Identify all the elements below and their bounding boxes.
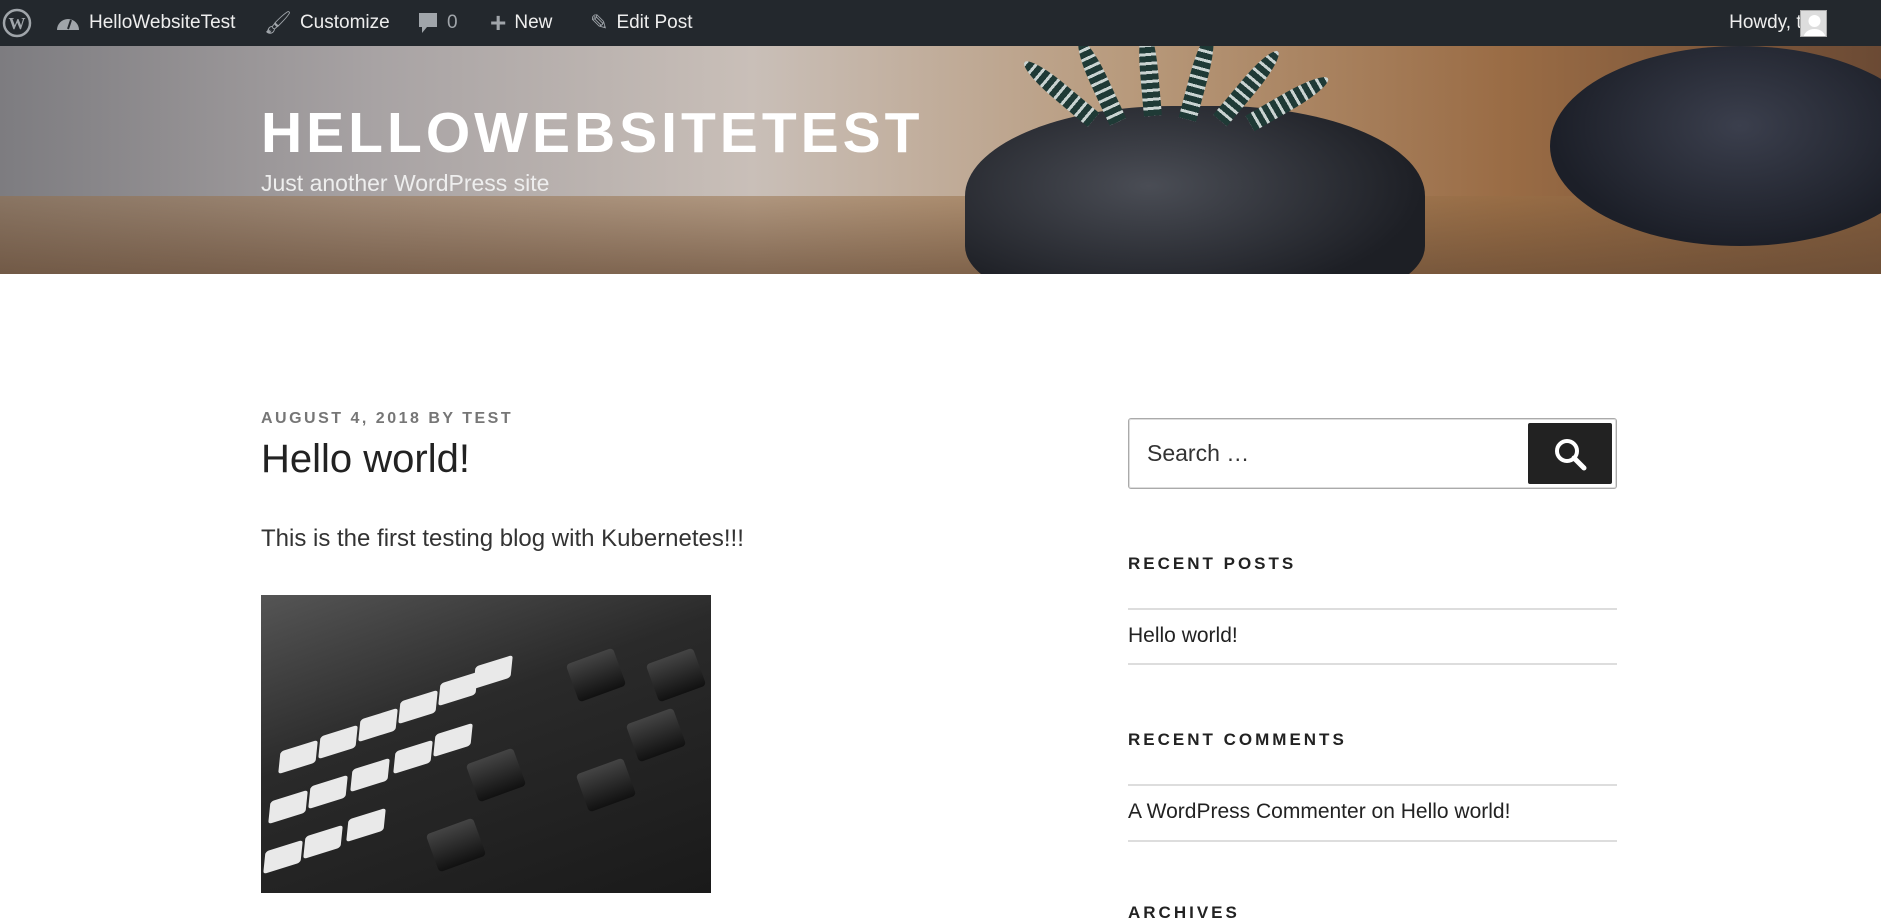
wordpress-logo-icon: W: [2, 8, 32, 38]
search-button[interactable]: [1528, 423, 1612, 484]
svg-text:W: W: [9, 14, 26, 33]
site-name-label: HelloWebsiteTest: [89, 12, 236, 33]
comments-count: 0: [447, 12, 458, 33]
avatar[interactable]: [1800, 10, 1827, 37]
comment-author-link[interactable]: A WordPress Commenter: [1128, 800, 1366, 823]
search-form: Search …: [1128, 418, 1617, 489]
wordpress-logo-button[interactable]: W: [2, 0, 32, 46]
comments-link[interactable]: 0: [417, 0, 458, 46]
paintbrush-icon: 🖌: [264, 10, 292, 35]
divider: [1128, 784, 1617, 786]
comment-post-link[interactable]: Hello world!: [1401, 800, 1511, 823]
new-content-link[interactable]: + New: [490, 0, 552, 46]
search-icon: [1555, 438, 1587, 470]
post-date[interactable]: AUGUST 4, 2018: [261, 410, 421, 427]
customize-link[interactable]: 🖌 Customize: [264, 0, 390, 46]
search-input[interactable]: Search …: [1147, 419, 1249, 488]
post-image-mixing-console: [261, 595, 711, 893]
post-body-text: This is the first testing blog with Kube…: [261, 525, 744, 552]
comment-bubble-icon: [419, 13, 437, 33]
divider: [1128, 608, 1617, 610]
post-meta: AUGUST 4, 2018 BY TEST: [261, 410, 513, 428]
edit-post-link[interactable]: ✎ Edit Post: [590, 0, 692, 46]
customize-label: Customize: [299, 12, 390, 33]
post-author[interactable]: TEST: [462, 410, 513, 427]
divider: [1128, 840, 1617, 842]
site-title[interactable]: HELLOWEBSITETEST: [261, 100, 924, 166]
recent-posts-title: RECENT POSTS: [1128, 554, 1297, 573]
recent-comment-item: A WordPress Commenter on Hello world!: [1128, 800, 1510, 824]
site-tagline: Just another WordPress site: [261, 170, 550, 196]
plus-icon: +: [490, 7, 507, 38]
dashboard-icon: [57, 19, 79, 30]
header-plant-pot-image: [965, 106, 1425, 274]
divider: [1128, 663, 1617, 665]
archives-title: ARCHIVES: [1128, 903, 1240, 922]
comment-on-text: on: [1371, 800, 1395, 823]
new-label: New: [514, 12, 553, 33]
site-name-link[interactable]: HelloWebsiteTest: [55, 0, 235, 46]
post-by: BY: [428, 410, 456, 427]
post-title[interactable]: Hello world!: [261, 437, 470, 482]
pencil-icon: ✎: [590, 10, 609, 35]
recent-post-link[interactable]: Hello world!: [1128, 624, 1238, 648]
admin-bar: W HelloWebsiteTest 🖌 Customize 0 + New ✎…: [0, 0, 1881, 46]
recent-comments-title: RECENT COMMENTS: [1128, 730, 1347, 749]
edit-post-label: Edit Post: [616, 12, 693, 33]
